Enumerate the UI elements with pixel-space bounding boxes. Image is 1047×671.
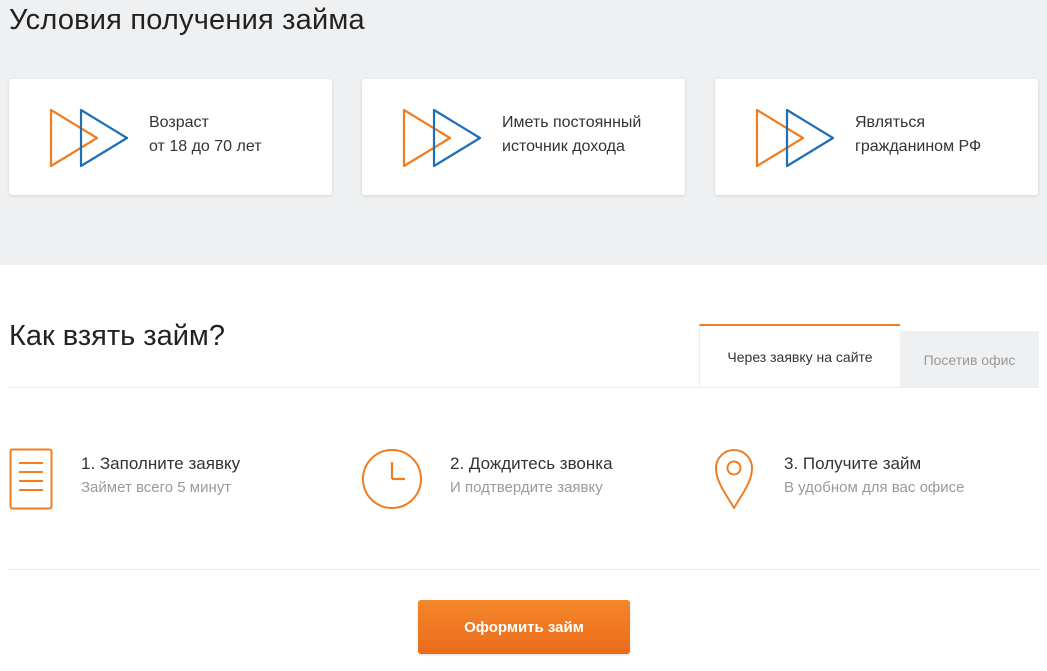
condition-line-1: Возраст (149, 114, 209, 131)
clock-icon (362, 449, 422, 509)
step-title: 3. Получите займ (784, 454, 922, 473)
condition-line-2: от 18 до 70 лет (149, 138, 262, 155)
conditions-title: Условия получения займа (9, 4, 365, 36)
tab-visit-office[interactable]: Посетив офис (900, 331, 1039, 388)
map-pin-icon (715, 449, 753, 509)
tabs-divider (9, 387, 1039, 388)
step-subtitle: И подтвердите заявку (450, 479, 603, 496)
bottom-divider (9, 569, 1039, 570)
condition-card-income: Иметь постоянный источник дохода (362, 79, 685, 195)
double-play-icon (49, 108, 129, 168)
step-subtitle: В удобном для вас офисе (784, 479, 965, 496)
document-icon (9, 448, 53, 510)
condition-line-2: источник дохода (502, 138, 625, 155)
tab-online-application[interactable]: Через заявку на сайте (699, 324, 900, 388)
step-title: 1. Заполните заявку (81, 454, 241, 473)
double-play-icon (402, 108, 482, 168)
apply-loan-button[interactable]: Оформить займ (418, 600, 630, 654)
condition-line-1: Иметь постоянный (502, 114, 642, 131)
condition-card-citizenship: Являться гражданином РФ (715, 79, 1038, 195)
condition-text: Возраст от 18 до 70 лет (149, 111, 262, 159)
step-subtitle: Займет всего 5 минут (81, 479, 232, 496)
conditions-section: Условия получения займа Возраст от 18 до… (0, 0, 1047, 265)
condition-text: Являться гражданином РФ (855, 111, 981, 159)
condition-text: Иметь постоянный источник дохода (502, 111, 641, 159)
step-title: 2. Дождитесь звонка (450, 454, 613, 473)
condition-line-2: гражданином РФ (855, 138, 982, 155)
double-play-icon (755, 108, 835, 168)
condition-card-age: Возраст от 18 до 70 лет (9, 79, 332, 195)
howto-title: Как взять займ? (9, 320, 225, 352)
condition-line-1: Являться (855, 114, 926, 131)
